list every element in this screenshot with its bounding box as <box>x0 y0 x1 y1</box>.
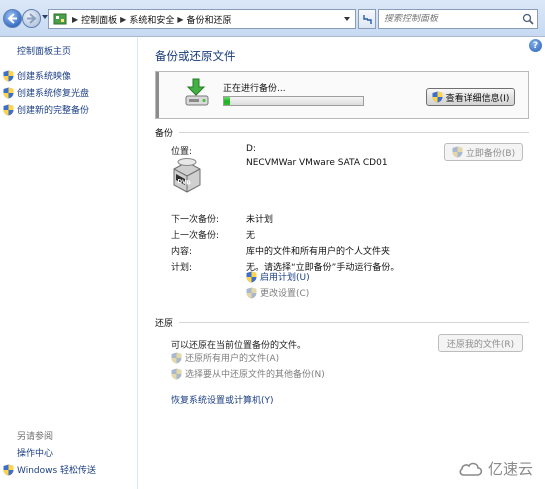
last-backup-label: 上一次备份: <box>171 231 220 241</box>
restore-description: 可以还原在当前位置备份的文件。 <box>171 341 307 351</box>
next-backup-value: 未计划 <box>246 215 274 225</box>
uac-shield-icon <box>246 287 257 298</box>
search-icon[interactable] <box>522 13 534 25</box>
restore-all-users-link[interactable]: 还原所有用户的文件(A) <box>171 351 279 364</box>
dvd-drive-icon: DVD <box>173 158 201 193</box>
backup-status-text: 正在进行备份... <box>223 84 286 94</box>
address-toolbar: ▶ 控制面板 ▶ 系统和安全 ▶ 备份和还原 <box>0 0 545 37</box>
action-center-link[interactable]: 操作中心 <box>17 446 53 459</box>
breadcrumb-control-panel[interactable]: 控制面板 <box>81 13 117 26</box>
restore-my-files-button[interactable]: 还原我的文件(R) <box>438 334 523 352</box>
uac-shield-icon <box>3 464 14 475</box>
create-full-backup-link[interactable]: 创建新的完整备份 <box>3 103 89 116</box>
backup-now-button[interactable]: 立即备份(B) <box>444 143 523 161</box>
create-repair-disc-link[interactable]: 创建系统修复光盘 <box>3 86 89 99</box>
control-panel-icon <box>52 11 69 27</box>
restore-all-users-label[interactable]: 还原所有用户的文件(A) <box>185 351 279 364</box>
breadcrumb-backup-restore[interactable]: 备份和还原 <box>187 13 232 26</box>
backup-now-label[interactable]: 立即备份(B) <box>466 146 515 159</box>
search-box[interactable] <box>378 9 538 29</box>
page-title: 备份或还原文件 <box>155 49 236 63</box>
arrow-left-icon <box>7 13 17 24</box>
cloud-logo-icon <box>459 462 483 476</box>
backup-progress-bar <box>223 96 364 106</box>
task-label[interactable]: 创建系统映像 <box>17 69 71 82</box>
next-backup-label: 下一次备份: <box>171 215 220 225</box>
arrow-right-icon <box>27 13 37 24</box>
back-button[interactable] <box>3 9 22 28</box>
select-other-backup-label[interactable]: 选择要从中还原文件的其他备份(N) <box>185 367 325 380</box>
breadcrumb-separator[interactable]: ▶ <box>72 15 78 24</box>
last-backup-value: 无 <box>246 231 256 241</box>
watermark-text: 亿速云 <box>488 460 534 478</box>
uac-shield-icon <box>3 70 14 81</box>
contents-label: 内容: <box>171 247 193 257</box>
forward-button[interactable] <box>22 9 41 28</box>
recover-system-settings-link[interactable]: 恢复系统设置或计算机(Y) <box>171 393 274 406</box>
schedule-label: 计划: <box>171 263 193 273</box>
task-label[interactable]: 创建新的完整备份 <box>17 103 89 116</box>
uac-shield-icon <box>246 271 257 282</box>
address-history-dropdown[interactable] <box>344 17 350 21</box>
search-input[interactable] <box>384 14 514 24</box>
task-label[interactable]: 创建系统修复光盘 <box>17 86 89 99</box>
progress-fill <box>224 97 230 105</box>
main-content: 备份或还原文件 正在进行备份... 查看详细信息(I) 备份 位置: D: NE… <box>139 38 545 489</box>
select-other-backup-link[interactable]: 选择要从中还原文件的其他备份(N) <box>171 367 325 380</box>
easy-transfer-label[interactable]: Windows 轻松传送 <box>17 463 96 476</box>
backup-progress-panel: 正在进行备份... 查看详细信息(I) <box>155 71 529 119</box>
change-settings-label[interactable]: 更改设置(C) <box>260 286 309 299</box>
breadcrumb-separator[interactable]: ▶ <box>120 15 126 24</box>
left-navigation-pane: 控制面板主页 创建系统映像 创建系统修复光盘 创建新的完整备份 另请参阅 操作中… <box>0 38 138 489</box>
windows-easy-transfer-link[interactable]: Windows 轻松传送 <box>3 463 96 476</box>
refresh-button[interactable] <box>358 9 376 29</box>
uac-shield-icon <box>3 87 14 98</box>
uac-shield-icon <box>3 104 14 115</box>
uac-shield-icon <box>452 146 463 158</box>
create-system-image-link[interactable]: 创建系统映像 <box>3 69 71 82</box>
refresh-icon <box>362 14 372 24</box>
panel-accent-stripe <box>156 72 159 118</box>
location-device: NECVMWar VMware SATA CD01 <box>246 158 388 168</box>
see-also-heading: 另请参阅 <box>17 432 54 442</box>
uac-shield-icon <box>171 368 182 379</box>
backup-in-progress-icon <box>185 78 209 106</box>
address-bar[interactable]: ▶ 控制面板 ▶ 系统和安全 ▶ 备份和还原 <box>48 9 356 29</box>
contents-value: 库中的文件和所有用户的个人文件夹 <box>246 247 391 257</box>
breadcrumb-system-security[interactable]: 系统和安全 <box>129 13 174 26</box>
backup-section-heading: 备份 <box>155 129 174 139</box>
view-details-button[interactable]: 查看详细信息(I) <box>426 88 515 106</box>
uac-shield-icon <box>432 91 443 103</box>
change-settings-link[interactable]: 更改设置(C) <box>246 286 309 299</box>
section-divider <box>179 322 529 323</box>
breadcrumb-separator[interactable]: ▶ <box>177 15 183 24</box>
watermark: 亿速云 <box>458 458 533 479</box>
view-details-label[interactable]: 查看详细信息(I) <box>446 91 510 104</box>
section-divider <box>179 132 529 133</box>
control-panel-home-link[interactable]: 控制面板主页 <box>17 44 71 57</box>
restore-section-heading: 还原 <box>155 319 174 329</box>
turn-on-schedule-label[interactable]: 启用计划(U) <box>260 270 310 283</box>
uac-shield-icon <box>171 352 182 363</box>
location-drive: D: <box>246 144 256 154</box>
turn-on-schedule-link[interactable]: 启用计划(U) <box>246 270 310 283</box>
restore-my-files-label[interactable]: 还原我的文件(R) <box>447 337 514 350</box>
